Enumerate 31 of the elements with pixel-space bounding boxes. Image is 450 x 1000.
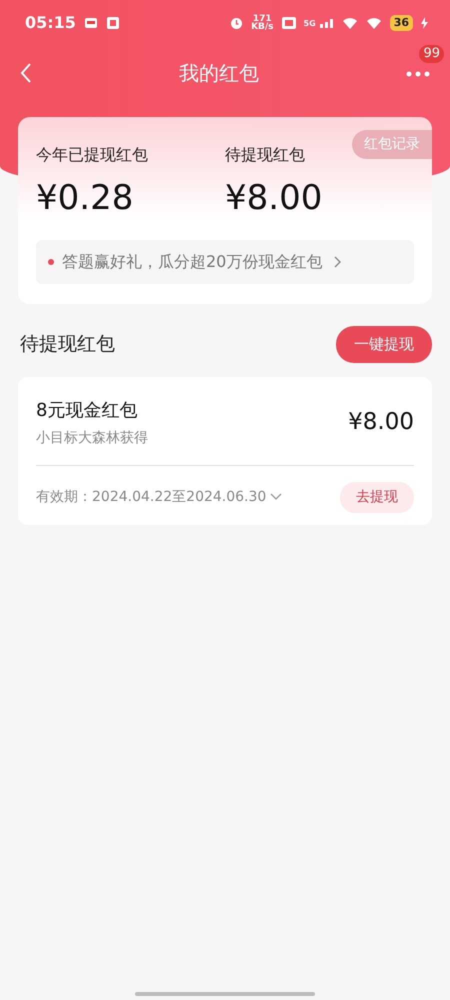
app-icon (106, 16, 120, 30)
section-title: 待提现红包 (20, 332, 115, 357)
battery-level: 36 (390, 14, 413, 32)
wifi-icon (342, 17, 358, 29)
signal-icon (320, 18, 334, 28)
status-time: 05:15 (25, 12, 76, 34)
promo-banner[interactable]: 答题赢好礼，瓜分超20万份现金红包 (36, 240, 414, 284)
withdraw-button[interactable]: 去提现 (340, 482, 414, 512)
more-icon[interactable] (406, 70, 430, 77)
net-speed: 171 (252, 15, 272, 23)
withdrawn-amount: ¥0.28 (36, 177, 134, 220)
chevron-down-icon[interactable] (270, 493, 282, 501)
network-type: 5G (304, 20, 316, 28)
packet-amount: ¥8.00 (348, 408, 414, 438)
notification-badge: 99 (419, 45, 444, 63)
app-icon (84, 16, 98, 30)
back-icon[interactable] (20, 63, 32, 83)
chevron-right-icon (334, 256, 342, 268)
withdraw-all-button[interactable]: 一键提现 (336, 326, 432, 362)
dot-icon (48, 259, 54, 265)
charging-icon (421, 17, 428, 29)
promo-text: 答题赢好礼，瓜分超20万份现金红包 (62, 251, 322, 273)
validity-text: 有效期：2024.04.22至2024.06.30 (36, 488, 266, 506)
withdrawn-label: 今年已提现红包 (36, 144, 149, 166)
packet-source: 小目标大森林获得 (36, 428, 148, 448)
page-title: 我的红包 (179, 60, 259, 87)
alarm-icon (230, 16, 244, 30)
net-speed-unit: KB/s (251, 23, 274, 31)
pending-amount: ¥8.00 (225, 177, 324, 220)
wifi-icon (366, 17, 382, 29)
packet-name: 8元现金红包 (36, 398, 138, 422)
